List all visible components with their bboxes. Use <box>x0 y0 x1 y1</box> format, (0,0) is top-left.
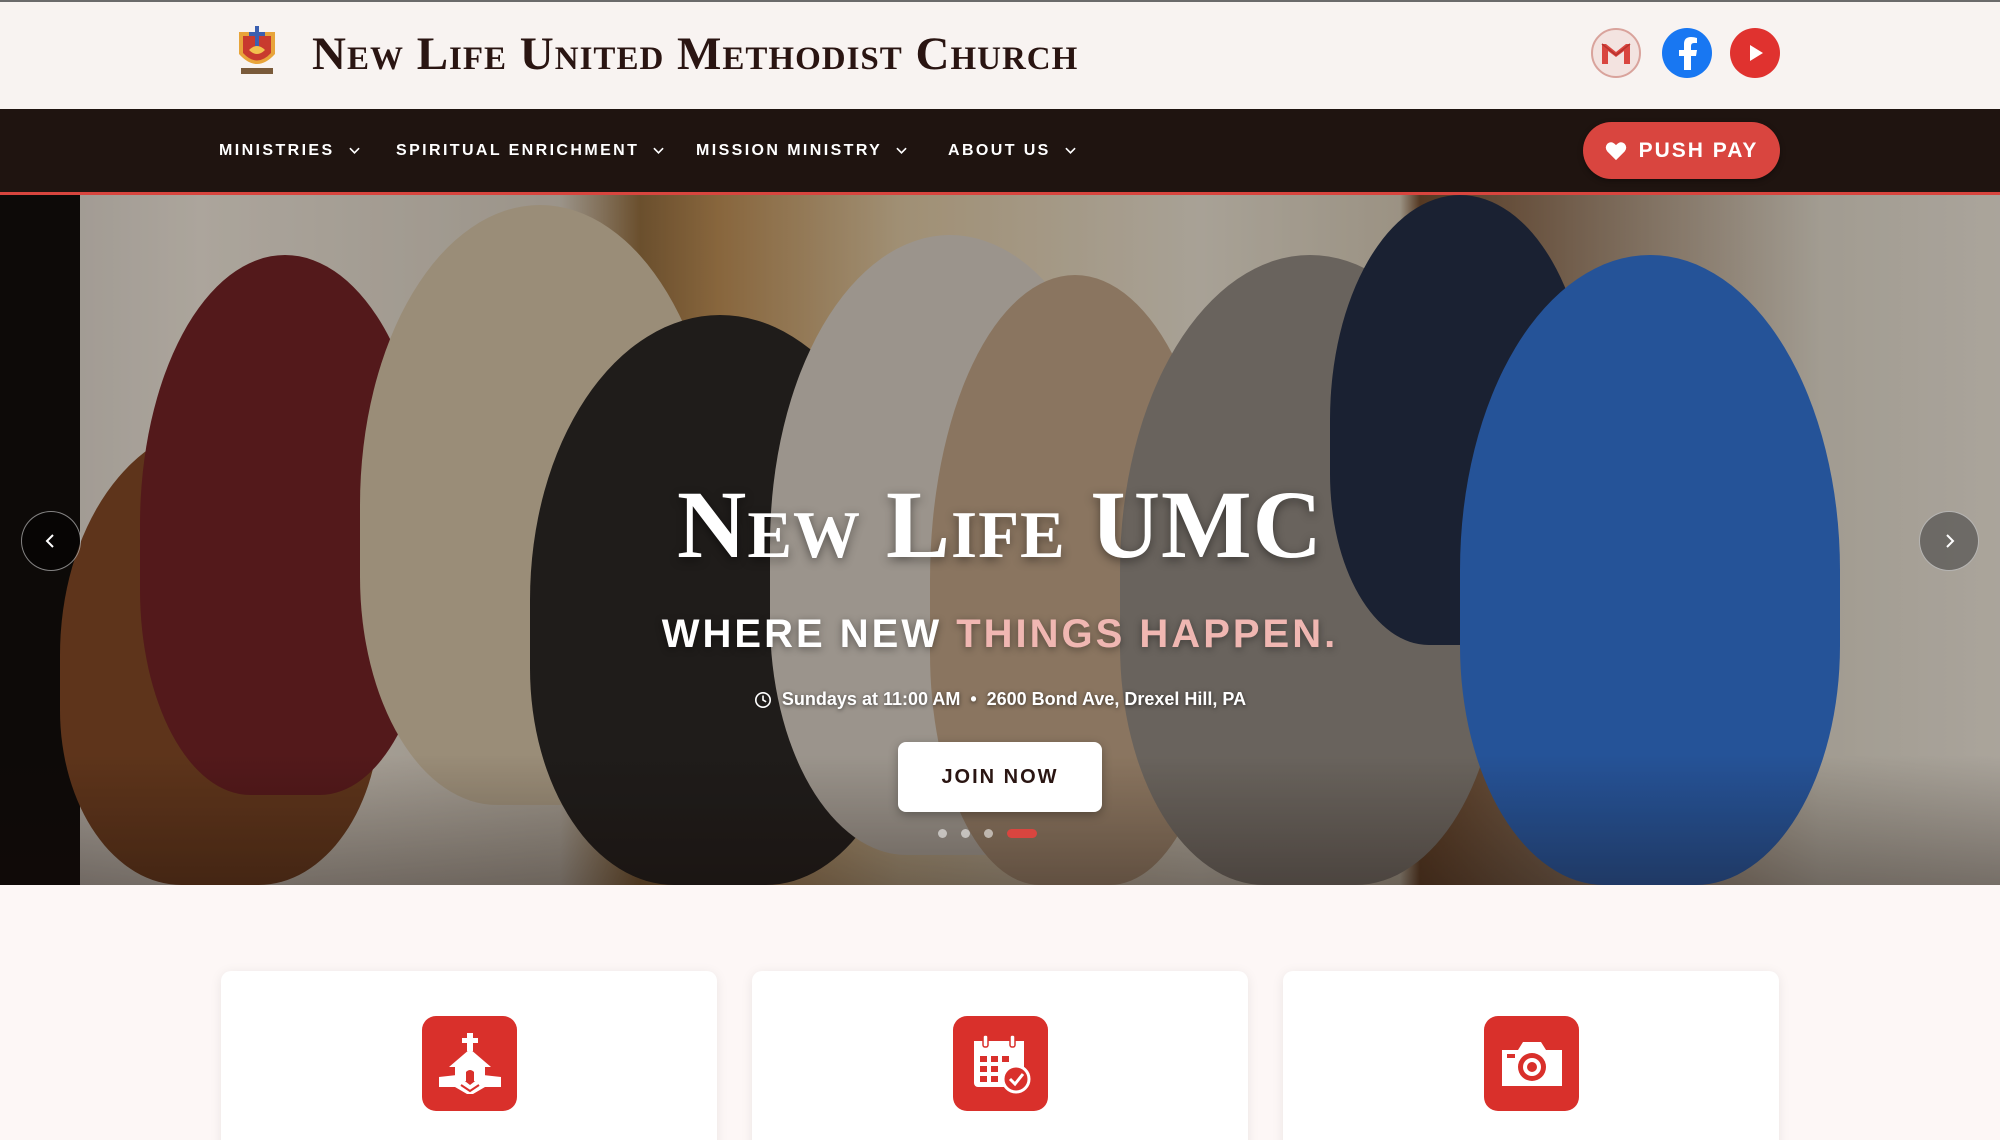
site-title[interactable]: New Life United Methodist Church <box>312 28 1078 80</box>
youtube-icon[interactable] <box>1730 28 1780 78</box>
feature-card[interactable] <box>1283 971 1779 1140</box>
hero-tagline: WHERE NEW THINGS HAPPEN. <box>0 610 2000 658</box>
hero-slider: New Life UMC WHERE NEW THINGS HAPPEN. Su… <box>0 195 2000 885</box>
push-pay-label: PUSH PAY <box>1638 138 1759 162</box>
chevron-right-icon <box>1946 534 1955 548</box>
nav-item-ministries[interactable]: Ministries <box>219 109 360 192</box>
hero-tagline-part2: THINGS HAPPEN. <box>956 612 1339 656</box>
nav-item-label: Spiritual Enrichment <box>396 141 640 159</box>
site-header: New Life United Methodist Church <box>0 0 2000 109</box>
clock-icon <box>754 691 771 708</box>
feature-cards <box>0 885 2000 1140</box>
slide-dot[interactable] <box>984 828 993 838</box>
gmail-icon[interactable] <box>1591 28 1641 78</box>
hero-tagline-part1: WHERE NEW <box>661 612 957 656</box>
service-info: Sundays at 11:00 AM • 2600 Bond Ave, Dre… <box>0 689 2000 710</box>
heart-icon <box>1605 141 1626 160</box>
main-navigation: Ministries Spiritual Enrichment Mission … <box>0 109 2000 195</box>
slider-next-button[interactable] <box>1919 511 1979 571</box>
info-separator: • <box>970 689 977 709</box>
join-now-button[interactable]: JOIN NOW <box>898 742 1102 812</box>
service-time: Sundays at 11:00 AM <box>781 689 961 709</box>
chevron-down-icon <box>896 147 907 154</box>
nav-item-about-us[interactable]: About Us <box>948 109 1076 192</box>
feature-card[interactable] <box>221 971 717 1140</box>
nav-item-label: Ministries <box>219 141 335 159</box>
nav-item-label: Mission Ministry <box>696 141 883 159</box>
facebook-icon[interactable] <box>1662 28 1712 78</box>
slider-pagination <box>938 828 1037 838</box>
nav-item-mission-ministry[interactable]: Mission Ministry <box>696 109 907 192</box>
church-address: 2600 Bond Ave, Drexel Hill, PA <box>986 689 1247 709</box>
chevron-down-icon <box>653 147 664 154</box>
church-logo-icon[interactable] <box>235 24 279 76</box>
feature-card[interactable] <box>752 971 1248 1140</box>
slide-dot[interactable] <box>961 828 970 838</box>
nav-item-label: About Us <box>948 141 1051 159</box>
hero-title: New Life UMC <box>676 471 1323 578</box>
chevron-down-icon <box>348 147 360 154</box>
calendar-check-icon[interactable] <box>953 1016 1048 1111</box>
slider-prev-button[interactable] <box>21 511 81 571</box>
nav-item-spiritual-enrichment[interactable]: Spiritual Enrichment <box>396 109 664 192</box>
camera-icon[interactable] <box>1484 1016 1579 1111</box>
chevron-down-icon <box>1065 147 1076 154</box>
push-pay-button[interactable]: PUSH PAY <box>1583 122 1780 179</box>
slide-dot-active[interactable] <box>1007 828 1037 838</box>
chevron-left-icon <box>45 534 54 548</box>
slide-dot[interactable] <box>938 828 947 838</box>
church-handshake-icon[interactable] <box>422 1016 517 1111</box>
